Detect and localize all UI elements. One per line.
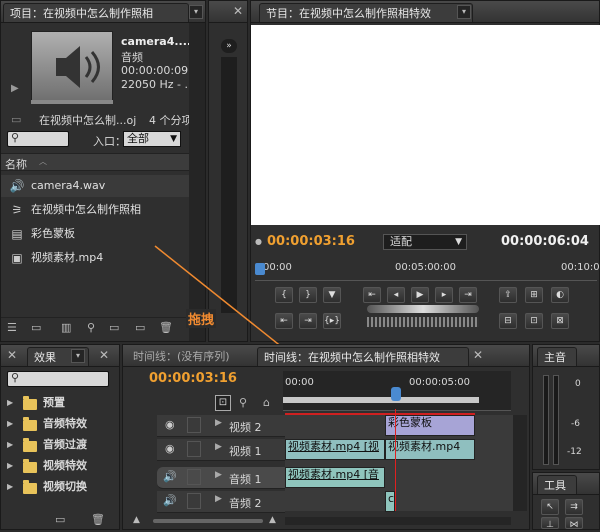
zoom-in-icon[interactable]: ▲: [269, 515, 276, 525]
tab-master[interactable]: 主音: [537, 347, 577, 366]
master-meter-panel: 主音 0 -6 -12: [532, 344, 600, 470]
track-area: ◉ ▶ 视频 2 ◉ ▶ 视频 1 🔊 ▶ 音频 1 🔊 ▶ 音频 2 彩色蒙板…: [157, 409, 513, 513]
tab-timeline-sequence[interactable]: 时间线：在视频中怎么制作照相特效: [257, 347, 469, 366]
speaker-icon[interactable]: 🔊: [163, 494, 177, 507]
track-header-video2[interactable]: ◉ ▶ 视频 2: [157, 415, 285, 437]
trash-icon[interactable]: 🗑: [91, 513, 105, 526]
meter-scale-0: 0: [575, 379, 581, 389]
folder-icon: [23, 459, 37, 473]
track-header-audio1[interactable]: 🔊 ▶ 音频 1: [157, 467, 285, 489]
clip-color-matte[interactable]: 彩色蒙板: [385, 415, 475, 436]
effects-tabbar: ✕ 效果 ▾ ✕: [1, 345, 119, 367]
master-tabbar: 主音: [533, 345, 599, 367]
effects-item-presets[interactable]: ▶ 预置: [1, 393, 113, 413]
effects-tree: ▶ 预置 ▶ 音频特效 ▶ 音频过渡 ▶ 视频特效 ▶ 视频切换: [1, 393, 113, 503]
clip-audio-a[interactable]: 视频素材.mp4 [音: [285, 467, 385, 488]
tools-tabbar: 工具: [533, 473, 599, 495]
timeline-panel: 时间线：(没有序列) 时间线：在视频中怎么制作照相特效 ✕ 00:00:03:1…: [122, 344, 530, 530]
rolling-tool-icon[interactable]: ⋈: [565, 517, 583, 530]
close-icon[interactable]: ✕: [7, 348, 17, 362]
effects-panel: ✕ 效果 ▾ ✕ ⚲ ▶ 预置 ▶ 音频特效 ▶ 音频过渡 ▶ 视频特效 ▶ 视…: [0, 344, 120, 530]
snap-icon[interactable]: ⊡: [215, 395, 231, 411]
tools-panel: 工具 ↖ ⇉ ⊥ ⋈: [532, 472, 600, 530]
speaker-icon[interactable]: 🔊: [163, 470, 177, 483]
meter-scale-12: -12: [567, 447, 582, 457]
timeline-current-timecode[interactable]: 00:00:03:16: [149, 371, 237, 386]
work-area-bar[interactable]: [283, 397, 479, 403]
ripple-tool-icon[interactable]: ⊥: [541, 517, 559, 530]
marker-icon[interactable]: ⌂: [263, 396, 270, 409]
track-select-tool-icon[interactable]: ⇉: [565, 499, 583, 515]
set-marker-icon[interactable]: ⚲: [239, 396, 247, 409]
folder-icon: [23, 417, 37, 431]
close-icon[interactable]: ✕: [473, 348, 483, 362]
timeline-vscroll[interactable]: [513, 415, 527, 511]
meter-left: [543, 375, 549, 465]
clip-video-b[interactable]: 视频素材.mp4: [385, 439, 475, 460]
effects-item-video-effects[interactable]: ▶ 视频特效: [1, 456, 113, 476]
effects-item-audio-effects[interactable]: ▶ 音频特效: [1, 414, 113, 434]
zoom-out-icon[interactable]: ▲: [133, 515, 140, 525]
tab-timeline-empty[interactable]: 时间线：(没有序列): [127, 347, 255, 366]
track-header-audio2[interactable]: 🔊 ▶ 音频 2: [157, 491, 285, 513]
clip-red-bar: [285, 413, 475, 415]
new-bin-icon[interactable]: ▭: [55, 513, 65, 526]
clip-video-a[interactable]: 视频素材.mp4 [视: [285, 439, 385, 460]
timeline-hscroll[interactable]: [285, 517, 511, 525]
meter-scale-6: -6: [571, 419, 580, 429]
effects-search-input[interactable]: ⚲: [7, 371, 109, 387]
folder-icon: [23, 396, 37, 410]
folder-icon: [23, 480, 37, 494]
effects-menu-icon[interactable]: ▾: [71, 349, 85, 363]
playhead-line: [395, 409, 396, 511]
timeline-ruler[interactable]: 00:00 00:00:05:00: [283, 371, 511, 411]
eye-icon[interactable]: ◉: [165, 418, 175, 431]
zoom-slider[interactable]: [153, 519, 263, 523]
timeline-tabbar: 时间线：(没有序列) 时间线：在视频中怎么制作照相特效 ✕: [123, 345, 529, 367]
playhead-icon[interactable]: [391, 387, 401, 401]
close-icon[interactable]: ✕: [99, 348, 109, 362]
folder-icon: [23, 438, 37, 452]
eye-icon[interactable]: ◉: [165, 442, 175, 455]
effects-item-video-transitions[interactable]: ▶ 视频切换: [1, 477, 113, 497]
tab-tools[interactable]: 工具: [537, 475, 577, 494]
search-icon: ⚲: [11, 371, 20, 384]
track-header-video1[interactable]: ◉ ▶ 视频 1: [157, 439, 285, 461]
meter-right: [553, 375, 559, 465]
effects-item-audio-transitions[interactable]: ▶ 音频过渡: [1, 435, 113, 455]
drag-annotation: 拖拽: [186, 309, 217, 328]
selection-tool-icon[interactable]: ↖: [541, 499, 559, 515]
clip-audio-c[interactable]: c: [385, 491, 395, 512]
